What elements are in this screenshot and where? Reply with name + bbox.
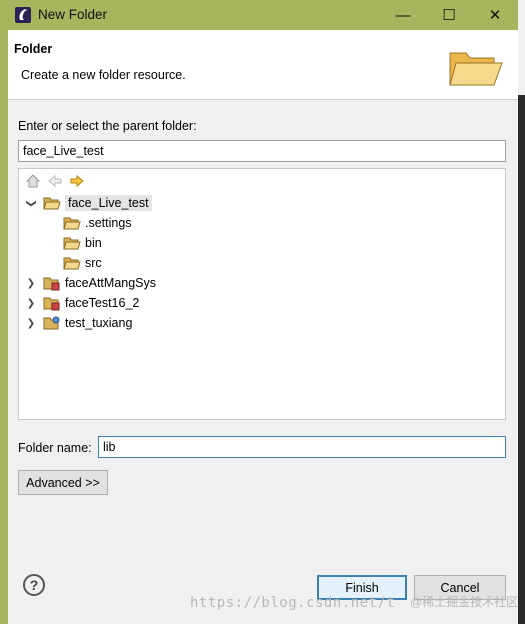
chevron-right-icon[interactable]: ❯: [25, 298, 37, 309]
home-icon[interactable]: [25, 173, 41, 189]
project-icon: [43, 277, 60, 291]
eclipse-logo-icon: [15, 7, 31, 23]
folder-icon: [63, 257, 81, 270]
new-folder-dialog: New Folder — ☐ ✕ Folder Create a new fol…: [0, 0, 518, 624]
tree-row-face-live-test[interactable]: ❯ face_Live_test: [25, 193, 152, 213]
tree-item-label: faceAttMangSys: [65, 276, 157, 290]
parent-folder-label: Enter or select the parent folder:: [18, 119, 197, 133]
tree-item-label: test_tuxiang: [65, 316, 133, 330]
watermark-url: https://blog.csdn.net/t: [190, 595, 396, 611]
watermark-source: @稀土掘金技术社区: [410, 595, 519, 609]
back-arrow-icon[interactable]: [47, 173, 63, 189]
project-icon: [43, 297, 60, 311]
tree-row-faceattmangsys[interactable]: ❯ faceAttMangSys: [25, 273, 156, 293]
tree-item-label: src: [85, 256, 102, 270]
help-icon[interactable]: ?: [23, 574, 45, 596]
close-button[interactable]: ✕: [472, 0, 518, 30]
tree-row-bin[interactable]: bin: [57, 233, 102, 253]
minimize-button[interactable]: —: [380, 0, 426, 30]
folder-tree[interactable]: ❯ face_Live_test .settings bin src ❯ fac…: [18, 168, 506, 420]
open-folder-icon: [449, 52, 503, 86]
title-bar[interactable]: New Folder — ☐ ✕: [0, 0, 518, 30]
banner-description: Create a new folder resource.: [21, 68, 186, 82]
tree-row-settings[interactable]: .settings: [57, 213, 132, 233]
tree-item-label: bin: [85, 236, 102, 250]
window-title: New Folder: [38, 7, 108, 22]
chevron-right-icon[interactable]: ❯: [25, 278, 37, 289]
banner-title: Folder: [14, 42, 53, 56]
parent-folder-input[interactable]: face_Live_test: [18, 140, 506, 162]
tree-row-src[interactable]: src: [57, 253, 102, 273]
folder-name-label: Folder name:: [18, 441, 92, 455]
open-project-folder-icon: [43, 197, 61, 210]
maximize-button[interactable]: ☐: [426, 0, 472, 30]
tree-item-label: faceTest16_2: [65, 296, 140, 310]
wizard-banner: Folder Create a new folder resource.: [8, 30, 518, 100]
tree-item-label: .settings: [85, 216, 132, 230]
chevron-right-icon[interactable]: ❯: [25, 318, 37, 329]
folder-icon: [63, 237, 81, 250]
project-icon: [43, 316, 60, 330]
dialog-body: Folder Create a new folder resource. Ent…: [8, 30, 518, 624]
forward-arrow-icon[interactable]: [69, 173, 85, 189]
advanced-button[interactable]: Advanced >>: [18, 470, 108, 495]
tree-row-test-tuxiang[interactable]: ❯ test_tuxiang: [25, 313, 133, 333]
folder-name-input[interactable]: lib: [98, 436, 506, 458]
tree-row-facetest16-2[interactable]: ❯ faceTest16_2: [25, 293, 139, 313]
chevron-down-icon[interactable]: ❯: [26, 197, 37, 209]
folder-icon: [63, 217, 81, 230]
tree-toolbar: [25, 173, 85, 191]
tree-item-label: face_Live_test: [65, 195, 152, 211]
